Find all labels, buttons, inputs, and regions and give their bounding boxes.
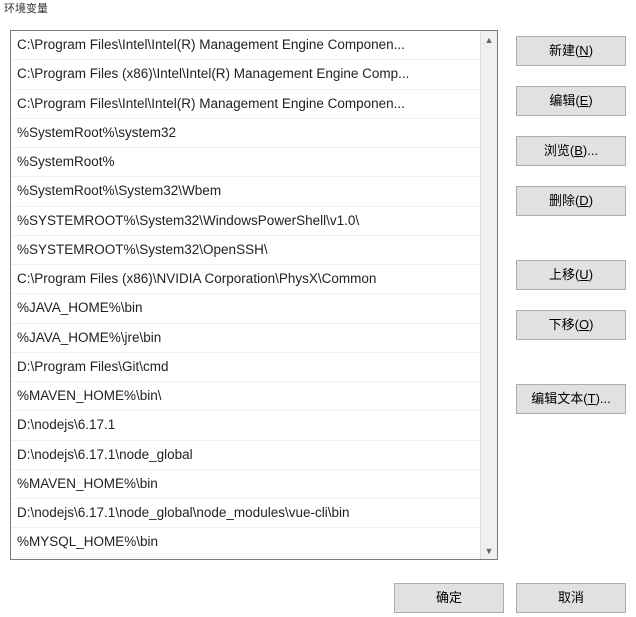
cancel-button[interactable]: 取消 [516, 583, 626, 613]
path-list-row[interactable]: %SystemRoot%\System32\Wbem [11, 177, 480, 206]
path-list-row[interactable]: %JAVA_HOME%\bin [11, 294, 480, 323]
scroll-down-icon[interactable]: ▼ [481, 542, 497, 559]
path-list-row[interactable]: %JAVA_HOME%\jre\bin [11, 324, 480, 353]
path-list-row[interactable]: D:\Program Files\typora\Typora [11, 558, 480, 560]
path-list-row[interactable]: C:\Program Files\Intel\Intel(R) Manageme… [11, 31, 480, 60]
path-list-row[interactable]: %MYSQL_HOME%\bin [11, 528, 480, 557]
edit-text-button[interactable]: 编辑文本(T)... [516, 384, 626, 414]
footer-buttons: 确定 取消 [0, 575, 636, 617]
path-list-row[interactable]: C:\Program Files (x86)\Intel\Intel(R) Ma… [11, 60, 480, 89]
side-button-panel: 新建(N) 编辑(E) 浏览(B)... 删除(D) 上移(U) 下移(O) 编… [516, 30, 626, 560]
path-list-row[interactable]: D:\nodejs\6.17.1\node_global [11, 441, 480, 470]
content-area: C:\Program Files\Intel\Intel(R) Manageme… [0, 20, 636, 560]
edit-button[interactable]: 编辑(E) [516, 86, 626, 116]
title-bar: 环境变量 [0, 0, 636, 20]
move-down-button[interactable]: 下移(O) [516, 310, 626, 340]
path-list-row[interactable]: D:\nodejs\6.17.1\node_global\node_module… [11, 499, 480, 528]
scroll-up-icon[interactable]: ▲ [481, 31, 497, 48]
scrollbar[interactable]: ▲ ▼ [480, 31, 497, 559]
path-list-row[interactable]: C:\Program Files\Intel\Intel(R) Manageme… [11, 90, 480, 119]
browse-button[interactable]: 浏览(B)... [516, 136, 626, 166]
path-list-row[interactable]: %SystemRoot% [11, 148, 480, 177]
path-list-row[interactable]: %SYSTEMROOT%\System32\OpenSSH\ [11, 236, 480, 265]
delete-button[interactable]: 删除(D) [516, 186, 626, 216]
path-list-row[interactable]: %MAVEN_HOME%\bin [11, 470, 480, 499]
path-list-row[interactable]: %MAVEN_HOME%\bin\ [11, 382, 480, 411]
path-list-row[interactable]: D:\nodejs\6.17.1 [11, 411, 480, 440]
ok-button[interactable]: 确定 [394, 583, 504, 613]
new-button[interactable]: 新建(N) [516, 36, 626, 66]
move-up-button[interactable]: 上移(U) [516, 260, 626, 290]
path-list-container: C:\Program Files\Intel\Intel(R) Manageme… [10, 30, 498, 560]
path-list-row[interactable]: %SystemRoot%\system32 [11, 119, 480, 148]
title-fragment: 环境变量 [4, 3, 48, 15]
path-list-row[interactable]: C:\Program Files (x86)\NVIDIA Corporatio… [11, 265, 480, 294]
path-list-row[interactable]: D:\Program Files\Git\cmd [11, 353, 480, 382]
path-list-row[interactable]: %SYSTEMROOT%\System32\WindowsPowerShell\… [11, 207, 480, 236]
path-list[interactable]: C:\Program Files\Intel\Intel(R) Manageme… [11, 31, 480, 559]
